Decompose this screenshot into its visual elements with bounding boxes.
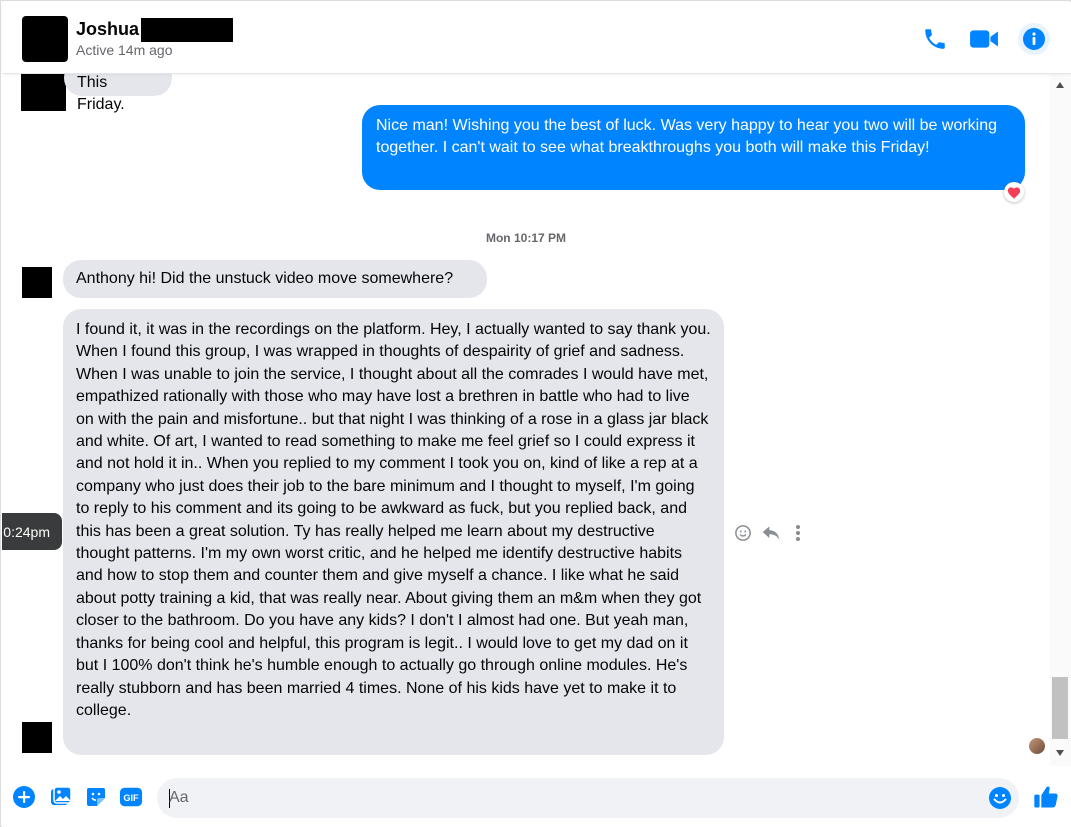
message-input[interactable] bbox=[169, 778, 979, 818]
incoming-message[interactable]: I found it, it was in the recordings on … bbox=[63, 309, 724, 755]
photo-icon bbox=[51, 786, 72, 805]
outgoing-message[interactable]: Nice man! Wishing you the best of luck. … bbox=[362, 105, 1025, 190]
gif-icon: GIF bbox=[119, 787, 143, 807]
video-camera-icon bbox=[970, 30, 998, 48]
message-time-tooltip: 0:24pm bbox=[2, 513, 62, 550]
sender-avatar[interactable] bbox=[21, 74, 66, 111]
incoming-message[interactable]: This Friday. bbox=[64, 74, 172, 113]
active-status: Active 14m ago bbox=[76, 42, 173, 58]
more-options-icon bbox=[796, 525, 801, 541]
contact-name[interactable]: Joshua bbox=[76, 19, 139, 40]
info-icon bbox=[1023, 28, 1045, 50]
emoji-react-button[interactable] bbox=[733, 523, 753, 543]
phone-icon bbox=[925, 29, 945, 49]
video-call-button[interactable] bbox=[969, 24, 999, 54]
heart-icon bbox=[1007, 186, 1021, 199]
incoming-message[interactable]: Anthony hi! Did the unstuck video move s… bbox=[63, 260, 487, 298]
thumbs-up-icon bbox=[1034, 786, 1058, 808]
more-options-button[interactable] bbox=[789, 523, 809, 543]
seen-indicator-avatar bbox=[1029, 738, 1045, 754]
message-composer: GIF bbox=[2, 766, 1071, 827]
more-actions-button[interactable] bbox=[12, 785, 36, 809]
emoji-icon bbox=[989, 787, 1011, 809]
reply-button[interactable] bbox=[761, 523, 781, 543]
sender-avatar[interactable] bbox=[22, 722, 52, 753]
audio-call-button[interactable] bbox=[920, 24, 950, 54]
sender-avatar[interactable] bbox=[22, 267, 52, 298]
svg-text:GIF: GIF bbox=[123, 793, 139, 803]
heart-reaction[interactable] bbox=[1004, 182, 1024, 202]
scroll-down-arrow-icon[interactable] bbox=[1056, 750, 1064, 756]
reply-icon bbox=[762, 526, 779, 540]
sticker-icon bbox=[87, 788, 105, 806]
emoji-picker-button[interactable] bbox=[988, 786, 1012, 810]
attach-photo-button[interactable] bbox=[49, 785, 73, 809]
plus-icon bbox=[13, 786, 35, 808]
message-list: This Friday. Nice man! Wishing you the b… bbox=[2, 74, 1050, 766]
emoji-react-icon bbox=[734, 525, 751, 541]
message-scrollbar[interactable] bbox=[1050, 74, 1071, 766]
send-like-button[interactable] bbox=[1032, 783, 1060, 811]
sticker-button[interactable] bbox=[84, 785, 108, 809]
gif-button[interactable]: GIF bbox=[119, 785, 143, 809]
message-actions bbox=[733, 523, 808, 543]
messenger-window: Joshua Active 14m ago This Friday. Nice bbox=[0, 0, 1071, 827]
scroll-up-arrow-icon[interactable] bbox=[1056, 82, 1064, 88]
contact-avatar[interactable] bbox=[22, 16, 68, 62]
message-input-wrapper bbox=[157, 778, 1019, 818]
conversation-header: Joshua Active 14m ago bbox=[2, 2, 1071, 74]
scrollbar-thumb[interactable] bbox=[1052, 677, 1068, 739]
redacted-surname bbox=[141, 18, 233, 42]
conversation-info-button[interactable] bbox=[1018, 23, 1050, 55]
message-timestamp: Mon 10:17 PM bbox=[485, 231, 566, 245]
